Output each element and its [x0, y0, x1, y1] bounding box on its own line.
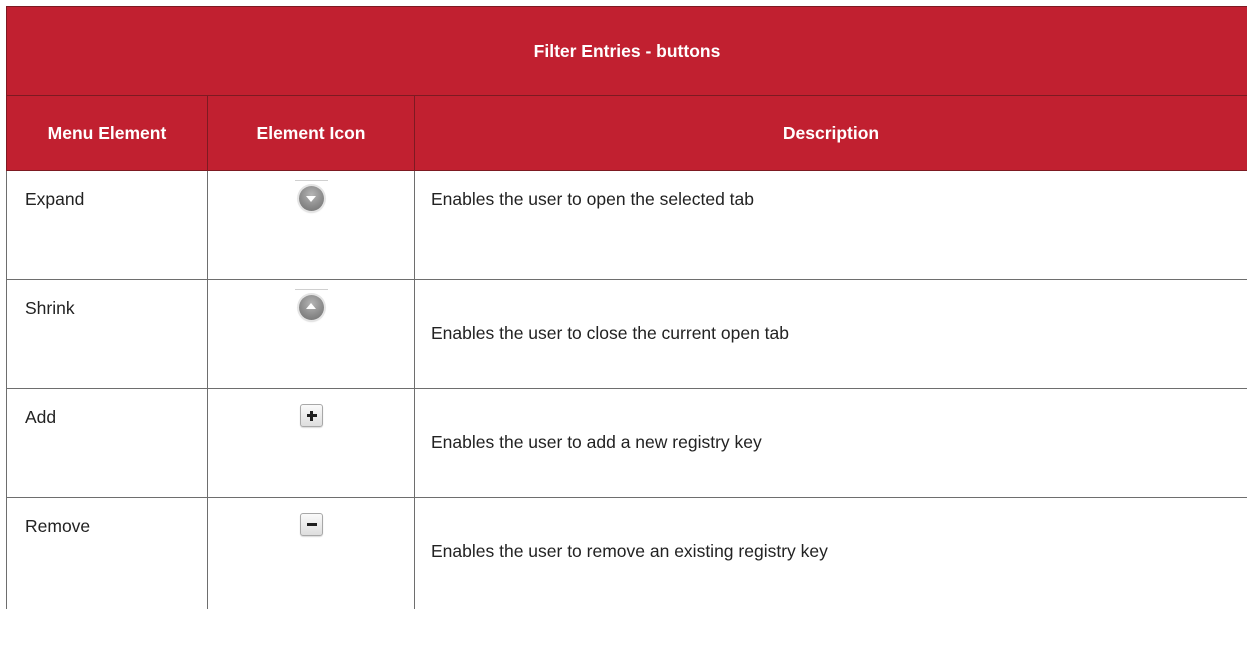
row-name: Add	[25, 407, 57, 427]
table-row: Expand Enables the user to open the sele…	[6, 170, 1247, 280]
row-name: Expand	[25, 189, 85, 209]
row-name-cell: Remove	[6, 497, 208, 609]
row-name-cell: Shrink	[6, 279, 208, 389]
row-description: Enables the user to close the current op…	[431, 323, 790, 343]
header-element-icon: Element Icon	[207, 95, 415, 171]
row-name-cell: Expand	[6, 170, 208, 280]
table-title: Filter Entries - buttons	[6, 6, 1247, 96]
header-menu-element: Menu Element	[6, 95, 208, 171]
filter-entries-table-container: Filter Entries - buttons Menu Element El…	[6, 6, 1247, 664]
row-icon-cell	[207, 279, 415, 389]
header-description: Description	[414, 95, 1247, 171]
table-header-row: Menu Element Element Icon Description	[6, 95, 1247, 171]
row-description: Enables the user to add a new registry k…	[431, 432, 762, 452]
table-row: Shrink Enables the user to close the cur…	[6, 279, 1247, 389]
row-description-cell: Enables the user to close the current op…	[414, 279, 1247, 389]
row-description-cell: Enables the user to remove an existing r…	[414, 497, 1247, 609]
row-icon-cell	[207, 388, 415, 498]
row-name-cell: Add	[6, 388, 208, 498]
row-description: Enables the user to open the selected ta…	[431, 189, 755, 209]
row-icon-cell	[207, 497, 415, 609]
filter-entries-table: Filter Entries - buttons Menu Element El…	[6, 6, 1247, 609]
table-row: Remove Enables the user to remove an exi…	[6, 497, 1247, 609]
table-row: Add Enables the user to add a new regist…	[6, 388, 1247, 498]
plus-icon	[299, 404, 323, 427]
table-title-row: Filter Entries - buttons	[6, 6, 1247, 96]
row-icon-cell	[207, 170, 415, 280]
row-name: Shrink	[25, 298, 75, 318]
row-name: Remove	[25, 516, 91, 536]
shrink-icon	[294, 289, 328, 320]
row-description: Enables the user to remove an existing r…	[431, 541, 828, 561]
minus-icon	[299, 513, 323, 536]
expand-icon	[294, 180, 328, 211]
row-description-cell: Enables the user to open the selected ta…	[414, 170, 1247, 280]
row-description-cell: Enables the user to add a new registry k…	[414, 388, 1247, 498]
